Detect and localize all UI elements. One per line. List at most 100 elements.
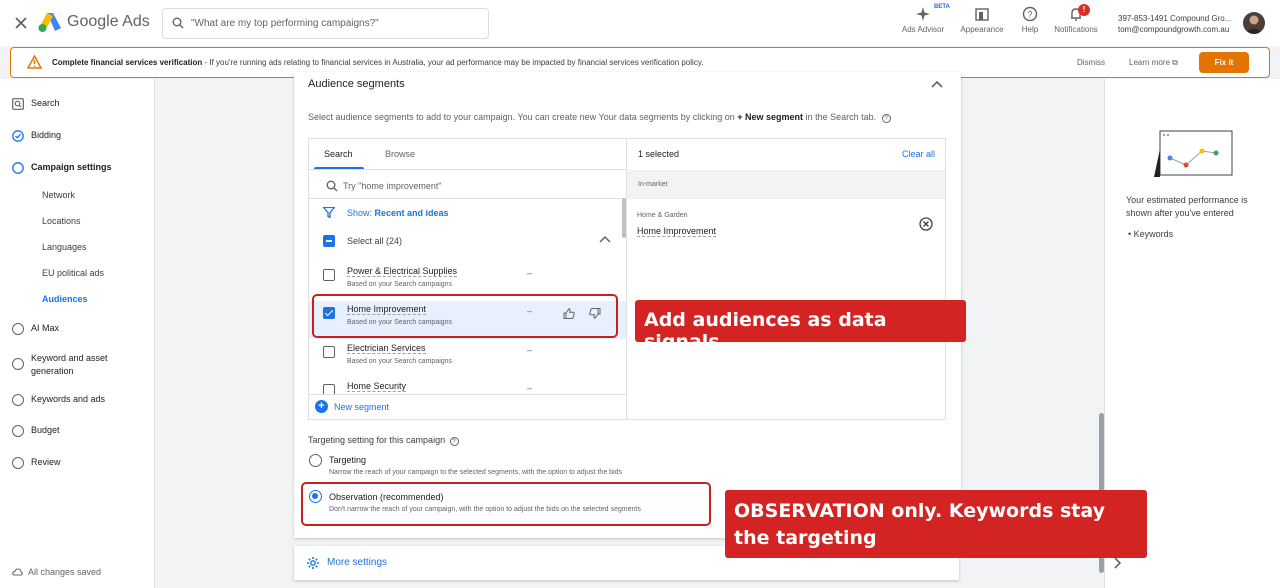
new-segment-divider [309,394,626,395]
card-title: Audience segments [308,78,405,90]
external-link-icon: ⧉ [1172,58,1178,67]
tab-browse[interactable]: Browse [385,149,415,159]
segment-name: Electrician Services [347,343,426,354]
card-description: Select audience segments to add to your … [308,112,891,123]
global-search-placeholder: "What are my top performing campaigns?" [191,18,379,29]
search-icon [172,17,184,29]
nav-item-budget[interactable]: Budget [12,425,60,437]
nav-sub-locations[interactable]: Locations [42,216,81,226]
performance-hint: Your estimated performance is shown afte… [1126,195,1248,218]
avatar[interactable] [1243,12,1265,34]
ads-advisor-button[interactable]: Ads Advisor [892,6,954,34]
highlight-observation [301,482,711,526]
step-circle-icon [12,358,24,370]
global-search-input[interactable]: "What are my top performing campaigns?" [162,8,489,39]
nav-item-search[interactable]: Search [12,98,60,110]
select-all-checkbox[interactable] [323,235,335,247]
segment-checkbox[interactable] [323,384,335,394]
tabs-divider [309,169,626,170]
brand-name: Google Ads [67,13,150,30]
account-info[interactable]: 397-853-1491 Compound Gro... tom@compoun… [1118,13,1231,35]
filter-icon [323,207,335,218]
learn-more-link[interactable]: Learn more ⧉ [1129,58,1178,68]
selected-count: 1 selected [638,149,680,159]
help-icon: ? [1022,6,1038,22]
segment-name: Power & Electrical Supplies [347,266,458,277]
fix-it-button[interactable]: Fix it [1199,52,1249,73]
selected-group-header: In-market [627,170,945,199]
chevron-up-icon[interactable] [931,80,943,88]
cloud-icon [12,568,23,576]
annotation-callout-1: Add audiences as data signals [635,300,966,353]
performance-chart-illustration [1154,130,1233,177]
check-circle-icon [12,130,24,142]
segment-checkbox[interactable] [323,269,335,281]
account-email: tom@compoundgrowth.com.au [1118,25,1230,34]
selected-segment: Home Improvement [637,226,717,237]
nav-sub-languages[interactable]: Languages [42,242,87,252]
selected-category: Home & Garden [637,212,688,219]
tab-search[interactable]: Search [324,149,353,159]
segment-checkbox[interactable] [323,346,335,358]
chevron-right-icon[interactable] [1113,557,1121,569]
segment-size: – [527,268,533,278]
clear-all-button[interactable]: Clear all [902,149,935,159]
step-circle-icon [12,425,24,437]
nav-sub-audiences[interactable]: Audiences [42,294,88,304]
banner-message: Complete financial services verification… [52,58,703,67]
show-filter-button[interactable]: Show: Recent and ideas [347,208,449,218]
more-settings-label[interactable]: More settings [327,557,387,568]
segment-list-scrollbar[interactable] [622,198,626,238]
step-circle-icon [12,323,24,335]
notification-badge: ! [1078,4,1090,16]
list-item[interactable]: Electrician Services Based on your Searc… [309,340,626,378]
nav-sub-network[interactable]: Network [42,190,75,200]
list-item[interactable]: Home Security – [309,378,626,394]
svg-text:?: ? [1027,10,1032,20]
nav-item-campaign-settings[interactable]: Campaign settings [12,162,112,174]
segment-size: – [527,383,533,393]
new-segment-button[interactable]: New segment [334,402,389,412]
chevron-up-icon[interactable] [599,235,611,243]
targeting-description: Narrow the reach of your campaign to the… [329,469,622,476]
progress-circle-icon [12,162,24,174]
info-icon[interactable]: ? [881,114,891,123]
close-icon[interactable] [12,14,30,32]
targeting-setting-title: Targeting setting for this campaign ? [308,435,459,446]
highlight-home-improvement [312,294,618,338]
appearance-icon [975,8,989,21]
warning-icon [27,55,42,69]
select-all-label: Select all (24) [347,236,403,246]
segment-name: Home Security [347,381,407,392]
search-step-icon [12,98,24,110]
targeting-radio[interactable] [309,454,322,467]
step-circle-icon [12,457,24,469]
performance-hint-bullet: • Keywords [1128,229,1174,239]
search-icon [326,180,338,192]
nav-item-ai-max[interactable]: AI Max [12,323,59,335]
nav-item-review[interactable]: Review [12,457,61,469]
google-ads-logo-icon [38,11,62,33]
dismiss-button[interactable]: Dismiss [1077,58,1105,67]
search-divider [309,198,626,199]
remove-circle-icon[interactable] [919,217,933,231]
segment-source: Based on your Search campaigns [347,281,453,288]
segment-source: Based on your Search campaigns [347,358,453,365]
segment-search-input[interactable]: Try "home improvement" [343,181,442,191]
nav-item-keyword-asset-generation[interactable]: Keyword and asset generation [12,352,122,378]
beta-badge: BETA [934,4,950,10]
annotation-callout-2: OBSERVATION only. Keywords stay the targ… [725,490,1147,558]
sparkle-icon [916,7,930,21]
gear-icon [306,556,320,570]
nav-item-keywords-and-ads[interactable]: Keywords and ads [12,394,105,406]
account-id: 397-853-1491 Compound Gro... [1118,14,1232,23]
step-circle-icon [12,394,24,406]
add-circle-icon[interactable]: + [315,400,328,413]
save-status: All changes saved [12,567,101,577]
info-icon[interactable]: ? [449,437,459,446]
banner-body: - If you're running ads relating to fina… [202,58,704,67]
nav-sub-eu-political-ads[interactable]: EU political ads [42,268,104,278]
banner-title: Complete financial services verification [52,58,203,67]
notifications-button[interactable]: Notifications [1045,6,1107,34]
nav-item-bidding[interactable]: Bidding [12,130,61,142]
